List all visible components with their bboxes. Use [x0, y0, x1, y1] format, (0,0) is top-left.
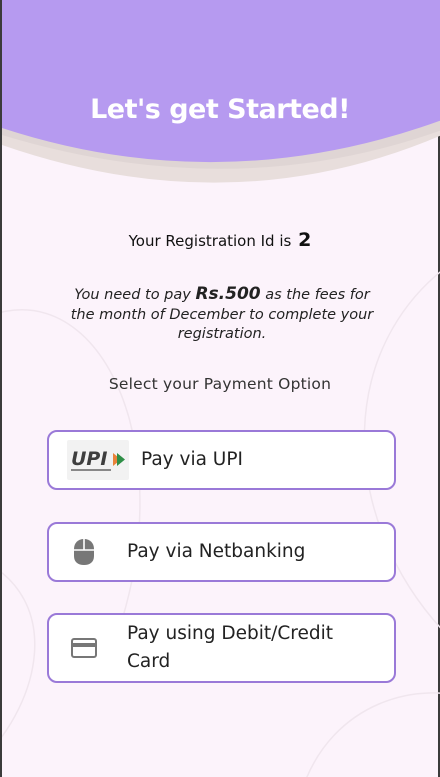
registration-id: 2: [298, 229, 312, 251]
pay-via-upi-button[interactable]: UPI Pay via UPI: [47, 430, 396, 490]
upi-option-label: Pay via UPI: [141, 449, 243, 470]
credit-card-icon: [71, 638, 97, 658]
registration-label: Your Registration Id is: [128, 232, 292, 250]
page-title: Let's get Started!: [90, 94, 350, 125]
upi-logo: UPI: [67, 440, 129, 480]
fees-amount: Rs.500: [195, 284, 261, 304]
fees-message: You need to pay Rs.500 as the fees for t…: [62, 284, 382, 345]
pay-via-card-button[interactable]: Pay using Debit/Credit Card: [47, 613, 396, 683]
mouse-icon: [74, 539, 94, 565]
fees-text-before: You need to pay: [74, 287, 196, 303]
card-option-label: Pay using Debit/Credit Card: [127, 623, 333, 672]
upi-logo-text: UPI: [71, 448, 107, 470]
netbanking-option-label: Pay via Netbanking: [127, 541, 306, 562]
registration-info: Your Registration Id is 2: [2, 229, 438, 251]
pay-via-netbanking-button[interactable]: Pay via Netbanking: [47, 522, 396, 582]
header-banner: Let's get Started!: [2, 0, 440, 200]
payment-option-heading: Select your Payment Option: [108, 375, 332, 393]
